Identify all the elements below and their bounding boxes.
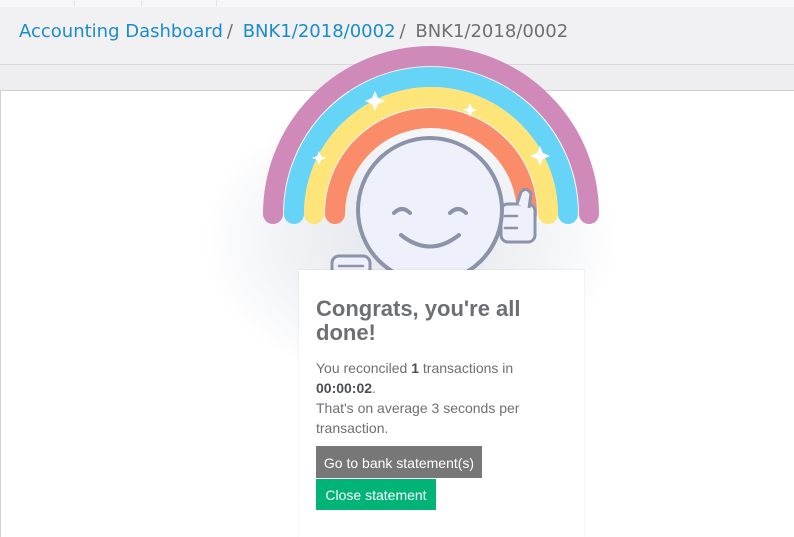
- breadcrumb-separator: /: [399, 21, 406, 42]
- smiley-face-icon: [356, 136, 504, 284]
- congrats-title: Congrats, you're all done!: [316, 296, 521, 345]
- reconciliation-summary: You reconciled 1 transactions in 00:00:0…: [316, 358, 551, 438]
- close-statement-button[interactable]: Close statement: [316, 479, 436, 510]
- reconciliation-done-card: Congrats, you're all done! You reconcile…: [299, 270, 584, 537]
- breadcrumb: Accounting Dashboard / BNK1/2018/0002/ BN…: [19, 21, 568, 42]
- breadcrumb-current: BNK1/2018/0002: [415, 21, 569, 42]
- top-tab[interactable]: [75, 0, 142, 6]
- average-time-text: That's on average 3 seconds per transact…: [316, 400, 520, 436]
- thumbs-up-icon: [499, 187, 537, 244]
- breadcrumb-bank-statement[interactable]: BNK1/2018/0002: [243, 21, 396, 42]
- transactions-count: 1: [411, 360, 420, 376]
- top-tab-bar: [0, 0, 794, 7]
- summary-suffix: transactions in: [419, 360, 514, 376]
- summary-prefix: You reconciled: [316, 360, 412, 376]
- top-tab[interactable]: [8, 0, 75, 6]
- breadcrumb-accounting-dashboard[interactable]: Accounting Dashboard: [19, 21, 223, 42]
- go-to-bank-statement-button[interactable]: Go to bank statement(s): [316, 446, 482, 478]
- rainbow-illustration: [263, 46, 599, 292]
- breadcrumb-separator: /: [226, 21, 233, 42]
- reconciliation-duration: 00:00:02: [316, 380, 373, 396]
- top-tab[interactable]: [150, 0, 217, 6]
- summary-period: .: [372, 380, 376, 396]
